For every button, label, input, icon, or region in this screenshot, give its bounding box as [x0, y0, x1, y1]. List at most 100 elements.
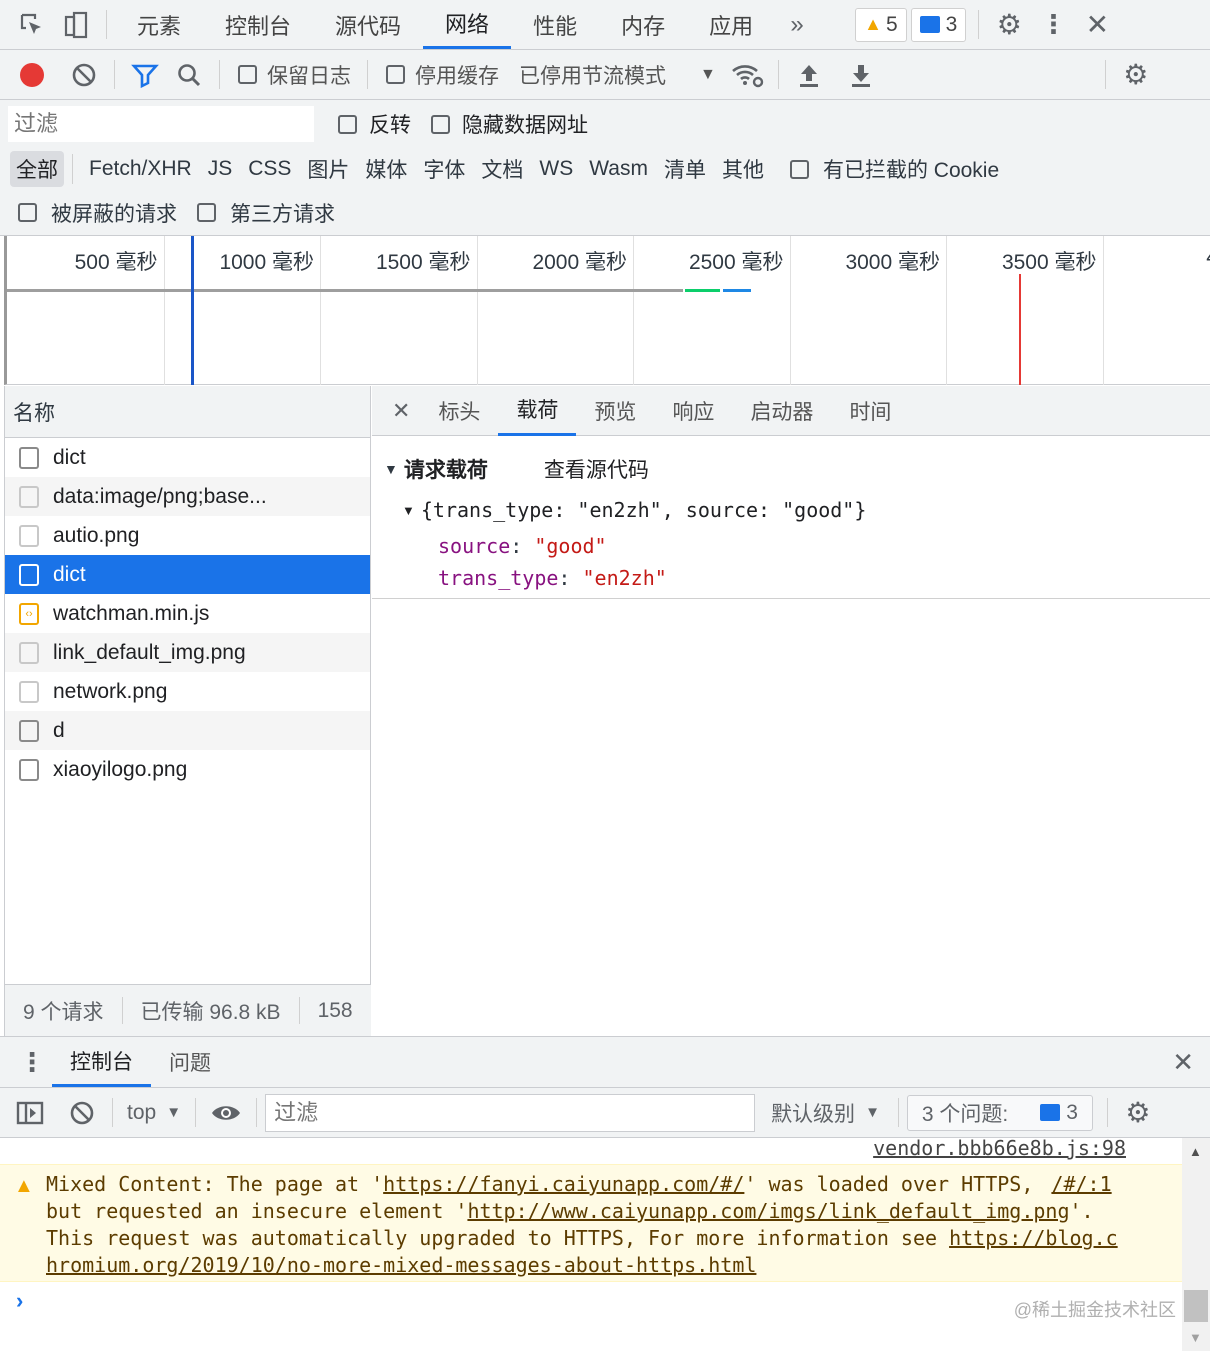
issues-button[interactable]: 3 个问题: 3 — [906, 1094, 1093, 1131]
console-settings-gear-icon[interactable]: ⚙ — [1116, 1091, 1160, 1135]
checkbox-box[interactable] — [789, 159, 809, 179]
blog-link[interactable]: https://blog.c — [949, 1226, 1118, 1250]
request-count: 9 个请求 — [23, 1000, 104, 1024]
network-conditions-icon[interactable] — [726, 53, 770, 97]
request-row[interactable]: autio.png — [5, 516, 370, 555]
settings-gear-icon[interactable]: ⚙ — [987, 3, 1031, 47]
request-row[interactable]: network.png — [5, 672, 370, 711]
type-font[interactable]: 字体 — [415, 154, 473, 184]
tab-memory[interactable]: 内存 — [599, 1, 687, 49]
log-level-select[interactable]: 默认级别 ▼ — [771, 1098, 880, 1128]
inspect-element-icon[interactable] — [10, 3, 54, 47]
payload-field-colon: : — [558, 566, 583, 590]
tab-performance[interactable]: 性能 — [511, 1, 599, 49]
drawer-tab-issues[interactable]: 问题 — [151, 1037, 229, 1087]
checkbox-box[interactable] — [197, 203, 216, 222]
message-source-link[interactable]: vendor.bbb66e8b.js:98 — [873, 1136, 1126, 1160]
tab-console[interactable]: 控制台 — [203, 1, 313, 49]
drawer-menu-icon[interactable]: ⋮ — [12, 1047, 52, 1078]
request-row[interactable]: data:image/png;base... — [5, 477, 370, 516]
messages-badge[interactable]: 3 — [910, 7, 967, 42]
request-row[interactable]: dict — [5, 438, 370, 477]
source-location-link[interactable]: /#/:1 — [1051, 1172, 1111, 1196]
hide-data-urls-checkbox[interactable]: 隐藏数据网址 — [431, 109, 588, 139]
console-scrollbar[interactable]: ▲ ▼ — [1182, 1138, 1210, 1351]
checkbox-box[interactable] — [238, 65, 257, 84]
type-fetch-xhr[interactable]: Fetch/XHR — [81, 157, 200, 181]
close-devtools-icon[interactable]: ✕ — [1075, 3, 1119, 47]
throttling-select[interactable]: 已停用节流模式 ▼ — [519, 60, 716, 90]
request-row[interactable]: xiaoyilogo.png — [5, 750, 370, 789]
type-media[interactable]: 媒体 — [357, 154, 415, 184]
insecure-url-link[interactable]: http://www.caiyunapp.com/imgs/link_defau… — [467, 1199, 1069, 1223]
console-filter-input[interactable] — [265, 1093, 756, 1132]
request-row[interactable]: ‹› watchman.min.js — [5, 594, 370, 633]
live-expression-eye-icon[interactable] — [204, 1091, 248, 1135]
type-all[interactable]: 全部 — [10, 151, 64, 187]
invert-checkbox[interactable]: 反转 — [338, 109, 411, 139]
name-column-header[interactable]: 名称 — [5, 386, 370, 438]
context-select[interactable]: top ▼ — [121, 1101, 187, 1125]
type-wasm[interactable]: Wasm — [581, 157, 656, 181]
more-options-icon[interactable]: ⋮ — [1031, 3, 1075, 47]
type-css[interactable]: CSS — [240, 157, 299, 181]
detail-tab-preview[interactable]: 预览 — [576, 386, 654, 436]
console-output: vendor.bbb66e8b.js:98 ▲ Mixed Content: T… — [0, 1136, 1182, 1351]
view-source-link[interactable]: 查看源代码 — [544, 454, 649, 484]
close-detail-icon[interactable]: ✕ — [382, 398, 420, 424]
close-drawer-icon[interactable]: ✕ — [1172, 1047, 1194, 1078]
tab-application[interactable]: 应用 — [687, 1, 775, 49]
scroll-down-arrow-icon[interactable]: ▼ — [1189, 1330, 1202, 1345]
payload-object-summary[interactable]: ▼ {trans_type: "en2zh", source: "good"} — [372, 498, 1210, 522]
tab-network[interactable]: 网络 — [423, 1, 512, 49]
disable-cache-checkbox[interactable]: 停用缓存 — [386, 60, 499, 90]
type-manifest[interactable]: 清单 — [656, 154, 714, 184]
preserve-log-checkbox[interactable]: 保留日志 — [238, 60, 351, 90]
separator — [72, 154, 73, 184]
scroll-up-arrow-icon[interactable]: ▲ — [1189, 1144, 1202, 1159]
type-js[interactable]: JS — [200, 157, 241, 181]
warnings-badge[interactable]: ▲ 5 — [855, 7, 907, 42]
show-sidebar-icon[interactable] — [8, 1091, 52, 1135]
record-icon[interactable] — [10, 53, 54, 97]
blocked-requests-checkbox[interactable]: 被屏蔽的请求 — [18, 198, 177, 228]
tab-elements[interactable]: 元素 — [115, 1, 203, 49]
detail-tab-initiator[interactable]: 启动器 — [732, 386, 831, 436]
filter-input[interactable] — [8, 106, 314, 142]
network-settings-gear-icon[interactable]: ⚙ — [1114, 53, 1158, 97]
checkbox-box[interactable] — [338, 114, 357, 134]
type-ws[interactable]: WS — [531, 157, 581, 181]
request-row[interactable]: link_default_img.png — [5, 633, 370, 672]
detail-tab-response[interactable]: 响应 — [654, 386, 732, 436]
filter-funnel-icon[interactable] — [123, 53, 167, 97]
request-row[interactable]: d — [5, 711, 370, 750]
device-toolbar-icon[interactable] — [54, 3, 98, 47]
type-doc[interactable]: 文档 — [473, 154, 531, 184]
checkbox-box[interactable] — [386, 65, 405, 84]
payload-section-header[interactable]: ▼ 请求载荷 查看源代码 — [372, 454, 1210, 484]
type-img[interactable]: 图片 — [299, 154, 357, 184]
tab-sources[interactable]: 源代码 — [313, 1, 423, 49]
export-har-icon[interactable] — [839, 53, 883, 97]
blog-link-continued[interactable]: hromium.org/2019/10/no-more-mixed-messag… — [46, 1253, 756, 1277]
console-prompt-icon[interactable]: › — [16, 1288, 23, 1314]
search-icon[interactable] — [167, 53, 211, 97]
detail-tab-headers[interactable]: 标头 — [420, 386, 498, 436]
blocked-cookies-checkbox[interactable]: 有已拦截的 Cookie — [789, 154, 999, 184]
type-other[interactable]: 其他 — [714, 154, 772, 184]
scroll-thumb[interactable] — [1184, 1290, 1208, 1322]
third-party-checkbox[interactable]: 第三方请求 — [197, 198, 335, 228]
clear-icon[interactable] — [62, 53, 106, 97]
more-tabs-icon[interactable]: » — [775, 3, 819, 47]
detail-tab-timing[interactable]: 时间 — [831, 386, 909, 436]
request-name: d — [53, 718, 65, 742]
drawer-tab-console[interactable]: 控制台 — [52, 1037, 151, 1087]
checkbox-box[interactable] — [431, 114, 450, 134]
clear-console-icon[interactable] — [60, 1091, 104, 1135]
timeline-overview[interactable]: 500 毫秒 1000 毫秒 1500 毫秒 2000 毫秒 2500 毫秒 3000 毫… — [4, 236, 1210, 385]
detail-tab-payload[interactable]: 载荷 — [498, 386, 577, 436]
page-url-link[interactable]: https://fanyi.caiyunapp.com/#/ — [383, 1172, 744, 1196]
import-har-icon[interactable] — [787, 53, 831, 97]
checkbox-box[interactable] — [18, 203, 37, 222]
request-row[interactable]: dict — [5, 555, 370, 594]
